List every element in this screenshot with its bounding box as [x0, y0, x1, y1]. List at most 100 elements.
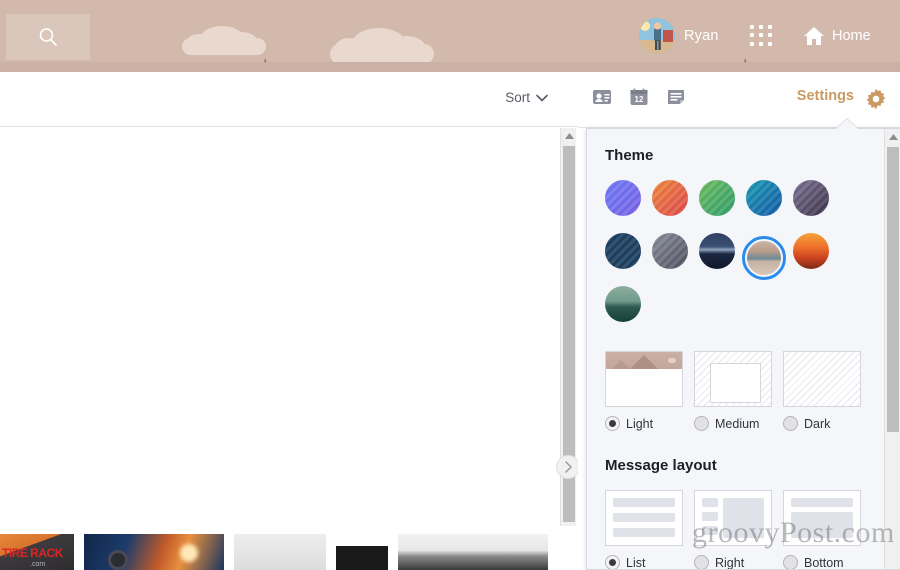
contacts-icon[interactable] — [592, 87, 612, 107]
layout-preview-list[interactable] — [605, 490, 683, 546]
theme-swatch-teal-blue[interactable] — [746, 180, 782, 216]
message-layout-section-title: Message layout — [605, 457, 717, 474]
density-option-light[interactable]: Light — [605, 416, 683, 431]
theme-swatch-purple-gray[interactable] — [793, 180, 829, 216]
sort-button[interactable]: Sort — [505, 90, 548, 105]
avatar[interactable] — [639, 18, 675, 54]
theme-swatch-teal-mountain[interactable] — [605, 286, 641, 322]
banner-bottom-strip — [0, 62, 900, 72]
layout-preview-block — [791, 512, 853, 538]
theme-swatch-cell — [793, 180, 840, 233]
theme-swatch-cell — [699, 180, 746, 233]
layout-preview-right[interactable] — [694, 490, 772, 546]
theme-swatch-desert-lake[interactable] — [747, 240, 781, 275]
theme-swatch-night-mountains[interactable] — [699, 233, 735, 269]
cloud-decoration-2-puff — [334, 38, 364, 62]
theme-swatch-navy-solid[interactable] — [605, 233, 641, 269]
density-preview-peak — [630, 355, 658, 369]
theme-swatch-blue-violet[interactable] — [605, 180, 641, 216]
list-toolbar: Sort — [0, 72, 578, 127]
app-root: Ryan Home Sort TIRE RACK .com 12 Setting… — [0, 0, 900, 570]
layout-option-list[interactable]: List — [605, 555, 683, 570]
settings-panel-scrollbar-thumb[interactable] — [887, 147, 899, 432]
thumbnail-item[interactable] — [84, 534, 224, 570]
density-preview-dark[interactable] — [783, 351, 861, 407]
layout-preview-bar — [702, 498, 718, 507]
theme-swatch-green[interactable] — [699, 180, 735, 216]
theme-section-title: Theme — [605, 147, 654, 164]
density-label-light: Light — [626, 416, 654, 431]
theme-swatch-cell — [793, 233, 840, 286]
panel-icon-group: 12 — [592, 87, 686, 107]
settings-panel-scrollbar[interactable] — [884, 129, 900, 569]
home-icon[interactable] — [802, 24, 826, 48]
user-name-label: Ryan — [684, 28, 719, 44]
message-layout-radio-row: List Right Bottom — [605, 555, 883, 570]
gear-icon[interactable] — [864, 87, 888, 111]
theme-swatch-cell — [652, 233, 699, 286]
density-option-dark[interactable]: Dark — [783, 416, 861, 431]
density-preview-light[interactable] — [605, 351, 683, 407]
radio-button[interactable] — [694, 555, 709, 569]
theme-swatch-cell — [699, 233, 746, 286]
main-content-area: Sort — [0, 72, 578, 570]
thumbnail-item[interactable]: TIRE RACK .com — [0, 534, 74, 570]
radio-button-selected[interactable] — [605, 416, 620, 431]
layout-label-list: List — [626, 555, 646, 570]
thumbnail-item[interactable] — [234, 534, 326, 570]
search-input[interactable] — [6, 14, 90, 60]
home-label: Home — [832, 28, 871, 44]
thumbnail-item[interactable] — [336, 546, 388, 570]
radio-button[interactable] — [783, 555, 798, 569]
radio-button[interactable] — [694, 416, 709, 431]
theme-selected-ring — [742, 235, 786, 280]
density-label-medium: Medium — [715, 416, 760, 431]
radio-button[interactable] — [783, 416, 798, 431]
layout-label-right: Right — [715, 555, 745, 570]
layout-preview-column — [702, 498, 718, 538]
theme-swatch-cell — [605, 286, 652, 339]
layout-option-bottom[interactable]: Bottom — [783, 555, 861, 569]
layout-preview-bar — [613, 528, 675, 537]
theme-swatch-grid — [605, 180, 855, 339]
calendar-icon[interactable]: 12 — [629, 87, 649, 107]
chevron-down-icon — [536, 94, 548, 101]
density-option-medium[interactable]: Medium — [694, 416, 772, 431]
theme-swatch-cell — [605, 180, 652, 233]
theme-swatch-orange-sunset[interactable] — [793, 233, 829, 269]
thumbnail-item[interactable] — [398, 534, 548, 570]
layout-preview-bottom[interactable] — [783, 490, 861, 546]
density-preview-medium[interactable] — [694, 351, 772, 407]
theme-swatch-gray[interactable] — [652, 233, 688, 269]
theme-swatch-orange-red[interactable] — [652, 180, 688, 216]
app-grid-icon[interactable] — [750, 25, 774, 47]
density-preview-peak — [612, 360, 630, 369]
flyout-pointer — [836, 119, 858, 129]
density-radio-row: Light Medium Dark — [605, 416, 883, 431]
expand-panel-button[interactable] — [556, 455, 580, 479]
top-banner: Ryan Home — [0, 0, 900, 72]
sort-label: Sort — [505, 90, 530, 105]
settings-flyout: Theme Light Medium Dark Message layout L… — [586, 128, 900, 570]
theme-swatch-cell — [652, 180, 699, 233]
layout-preview-bar — [702, 526, 718, 535]
cloud-decoration-1-puff — [186, 34, 212, 54]
cloud-decoration-1-puff — [226, 32, 258, 54]
settings-button[interactable]: Settings — [797, 88, 854, 104]
tasks-icon[interactable] — [666, 87, 686, 107]
layout-option-right[interactable]: Right — [694, 555, 772, 570]
thumbnail-strip[interactable]: TIRE RACK .com — [0, 534, 560, 570]
scroll-up-arrow-icon[interactable] — [885, 129, 900, 145]
theme-swatch-cell — [605, 233, 652, 286]
chevron-right-icon — [564, 461, 572, 473]
settings-flyout-content: Theme Light Medium Dark Message layout L… — [587, 129, 883, 570]
thumbnail-brand-label: TIRE RACK — [2, 546, 63, 560]
avatar-image — [639, 18, 675, 54]
thumbnail-detail — [180, 544, 198, 562]
search-icon — [39, 28, 57, 46]
layout-preview-bar — [613, 498, 675, 507]
density-label-dark: Dark — [804, 416, 831, 431]
message-list[interactable] — [0, 128, 578, 570]
scroll-up-arrow-icon[interactable] — [561, 128, 577, 144]
radio-button-selected[interactable] — [605, 555, 620, 569]
